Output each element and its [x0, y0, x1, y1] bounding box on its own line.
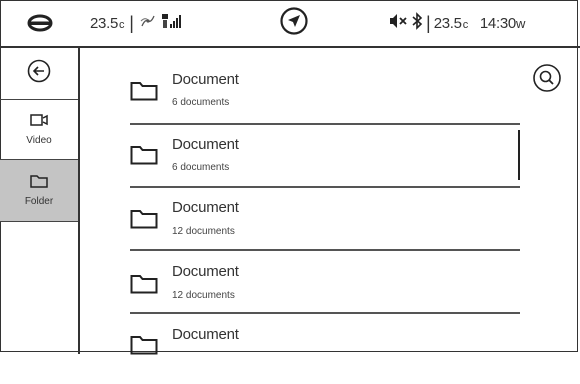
- sidebar-item-label: Folder: [24, 196, 54, 207]
- sidebar-item-label: Video: [26, 135, 52, 146]
- sidebar-item-folder[interactable]: Folder: [0, 160, 78, 222]
- folder-list: Document 6 documents Document 6 document…: [80, 48, 580, 355]
- navigation-icon: [279, 6, 309, 41]
- search-button[interactable]: [532, 63, 562, 93]
- list-item-title: Document: [172, 71, 239, 88]
- folder-icon: [130, 209, 158, 234]
- folder-icon: [130, 335, 158, 360]
- outside-temperature: 23.5c: [90, 14, 125, 32]
- inside-temperature: 23.5c: [433, 14, 469, 32]
- video-camera-icon: [30, 113, 48, 132]
- list-item-title: Document: [172, 263, 239, 280]
- navigation-button[interactable]: [279, 0, 309, 46]
- status-bar: 23.5c | | 23.5c 14:30w: [0, 0, 580, 48]
- sidebar-item-video[interactable]: Video: [0, 100, 78, 160]
- fan-icon: [139, 13, 157, 34]
- status-separator: |: [129, 12, 134, 33]
- list-item[interactable]: Document 6 documents: [130, 66, 580, 130]
- mute-icon: [389, 13, 409, 34]
- list-item-subtitle: 6 documents: [172, 97, 230, 108]
- status-separator: |: [426, 12, 431, 33]
- list-item-title: Document: [172, 136, 239, 153]
- car-icon: [25, 0, 55, 46]
- folder-icon: [30, 174, 48, 193]
- clock: 14:30w: [479, 14, 526, 32]
- search-icon: [532, 64, 562, 97]
- list-item-title: Document: [172, 326, 239, 343]
- list-item-subtitle: 6 documents: [172, 162, 230, 173]
- divider: [130, 123, 520, 125]
- list-item[interactable]: Document 12 documents: [130, 193, 580, 257]
- list-item[interactable]: Document 6 documents: [130, 130, 580, 194]
- scrollbar[interactable]: [518, 130, 520, 180]
- divider: [130, 186, 520, 188]
- list-item[interactable]: Document: [130, 320, 580, 384]
- divider: [130, 312, 520, 314]
- folder-icon: [130, 274, 158, 299]
- back-button[interactable]: [0, 48, 78, 100]
- sidebar: Video Folder: [0, 48, 80, 354]
- list-item-subtitle: 12 documents: [172, 290, 235, 301]
- folder-icon: [130, 145, 158, 170]
- folder-icon: [130, 81, 158, 106]
- bluetooth-icon: [412, 11, 423, 35]
- list-item-title: Document: [172, 199, 239, 216]
- back-arrow-icon: [26, 58, 52, 89]
- list-item-subtitle: 12 documents: [172, 226, 235, 237]
- signal-icon: [161, 12, 183, 35]
- divider: [130, 249, 520, 251]
